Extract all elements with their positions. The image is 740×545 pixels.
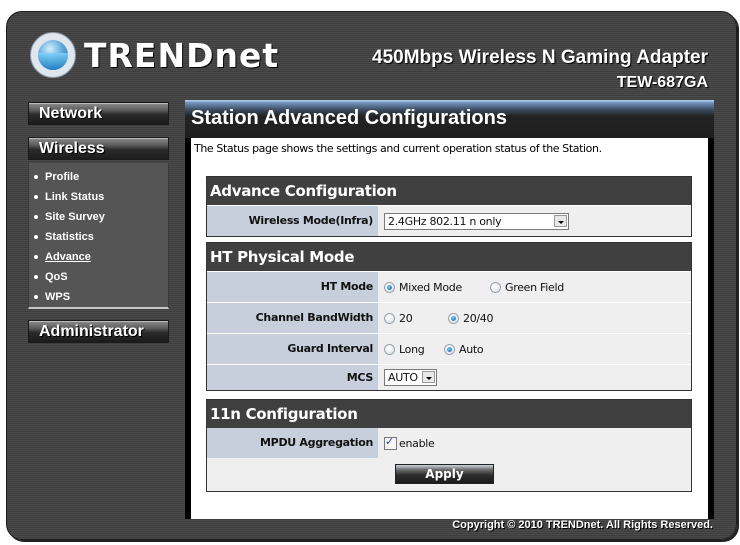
bullet-icon — [34, 235, 38, 239]
wireless-mode-select[interactable]: 2.4GHz 802.11 n only — [384, 212, 569, 230]
submenu-item-advance[interactable]: Advance — [33, 247, 168, 267]
submenu-item-profile[interactable]: Profile — [33, 167, 168, 187]
chevron-down-icon — [554, 214, 567, 227]
brand-name: TRENDnet — [84, 36, 280, 75]
bandwidth-20-40-option[interactable]: 20/40 — [448, 312, 494, 325]
guard-interval-row: Guard Interval Long Auto — [207, 333, 691, 364]
11n-configuration-section: 11n Configuration MPDU Aggregation enabl… — [206, 399, 692, 492]
product-name: 450Mbps Wireless N Gaming Adapter — [372, 47, 708, 68]
advance-configuration-section: Advance Configuration Wireless Mode(Infr… — [206, 176, 692, 237]
mcs-row: MCS AUTO — [207, 364, 691, 390]
ht-mode-mixed-option[interactable]: Mixed Mode — [384, 281, 490, 294]
model-number: TEW-687GA — [616, 74, 708, 91]
bullet-icon — [34, 175, 38, 179]
guard-interval-label: Guard Interval — [207, 334, 378, 364]
wireless-mode-label: Wireless Mode(Infra) — [207, 206, 378, 236]
channel-bandwidth-label: Channel BandWidth — [207, 303, 378, 333]
section-header: HT Physical Mode — [207, 243, 691, 271]
channel-bandwidth-row: Channel BandWidth 20 20/40 — [207, 302, 691, 333]
wireless-mode-row: Wireless Mode(Infra) 2.4GHz 802.11 n onl… — [207, 205, 691, 236]
copyright-text: Copyright © 2010 TRENDnet. All Rights Re… — [452, 519, 713, 531]
radio-green-field[interactable] — [490, 281, 501, 293]
logo-globe-icon — [30, 32, 76, 78]
guard-auto-option[interactable]: Auto — [444, 343, 484, 356]
mpdu-aggregation-row: MPDU Aggregation enable — [207, 428, 691, 458]
page-title: Station Advanced Configurations — [191, 107, 507, 129]
chevron-down-icon — [422, 371, 435, 383]
guard-long-option[interactable]: Long — [384, 343, 444, 356]
radio-long[interactable] — [384, 343, 395, 355]
page-title-bar: Station Advanced Configurations — [185, 100, 714, 138]
ht-mode-label: HT Mode — [207, 272, 378, 302]
section-header: Advance Configuration — [207, 177, 691, 205]
mcs-label: MCS — [207, 365, 378, 390]
submenu-item-qos[interactable]: QoS — [33, 267, 168, 287]
radio-mixed-mode[interactable] — [384, 281, 395, 293]
mpdu-enable-option[interactable]: enable — [384, 435, 435, 450]
section-header: 11n Configuration — [207, 400, 691, 428]
radio-auto[interactable] — [444, 343, 455, 355]
bullet-icon — [34, 255, 38, 259]
bullet-icon — [34, 195, 38, 199]
bullet-icon — [34, 275, 38, 279]
radio-20-40[interactable] — [448, 312, 459, 324]
content-area: The Status page shows the settings and c… — [191, 138, 708, 519]
bandwidth-20-option[interactable]: 20 — [384, 312, 448, 325]
bullet-icon — [34, 215, 38, 219]
main-panel: Station Advanced Configurations The Stat… — [185, 100, 714, 519]
mpdu-enable-checkbox[interactable] — [384, 435, 397, 450]
wireless-submenu: Profile Link Status Site Survey Statisti… — [28, 163, 169, 309]
ht-physical-mode-section: HT Physical Mode HT Mode Mixed Mode Gree… — [206, 242, 692, 391]
submenu-item-statistics[interactable]: Statistics — [33, 227, 168, 247]
radio-20[interactable] — [384, 312, 395, 324]
submenu-item-wps[interactable]: WPS — [33, 287, 168, 307]
nav-administrator-button[interactable]: Administrator — [28, 320, 169, 343]
page-description: The Status page shows the settings and c… — [194, 142, 602, 155]
ht-mode-green-option[interactable]: Green Field — [490, 281, 564, 294]
nav-network-button[interactable]: Network — [28, 102, 169, 125]
nav-wireless-button[interactable]: Wireless — [28, 137, 169, 160]
ht-mode-row: HT Mode Mixed Mode Green Field — [207, 271, 691, 302]
bullet-icon — [34, 295, 38, 299]
submenu-item-site-survey[interactable]: Site Survey — [33, 207, 168, 227]
submenu-item-link-status[interactable]: Link Status — [33, 187, 168, 207]
apply-button[interactable]: Apply — [395, 464, 494, 484]
mcs-select[interactable]: AUTO — [384, 369, 437, 386]
mpdu-aggregation-label: MPDU Aggregation — [207, 428, 378, 458]
